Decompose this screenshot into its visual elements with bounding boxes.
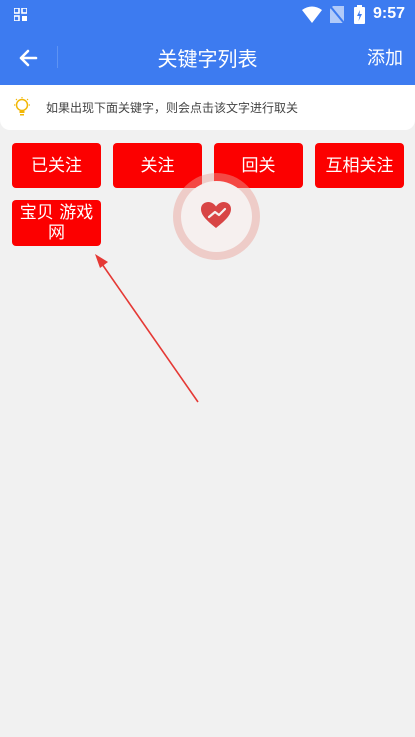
- annotation-arrow: [95, 254, 199, 403]
